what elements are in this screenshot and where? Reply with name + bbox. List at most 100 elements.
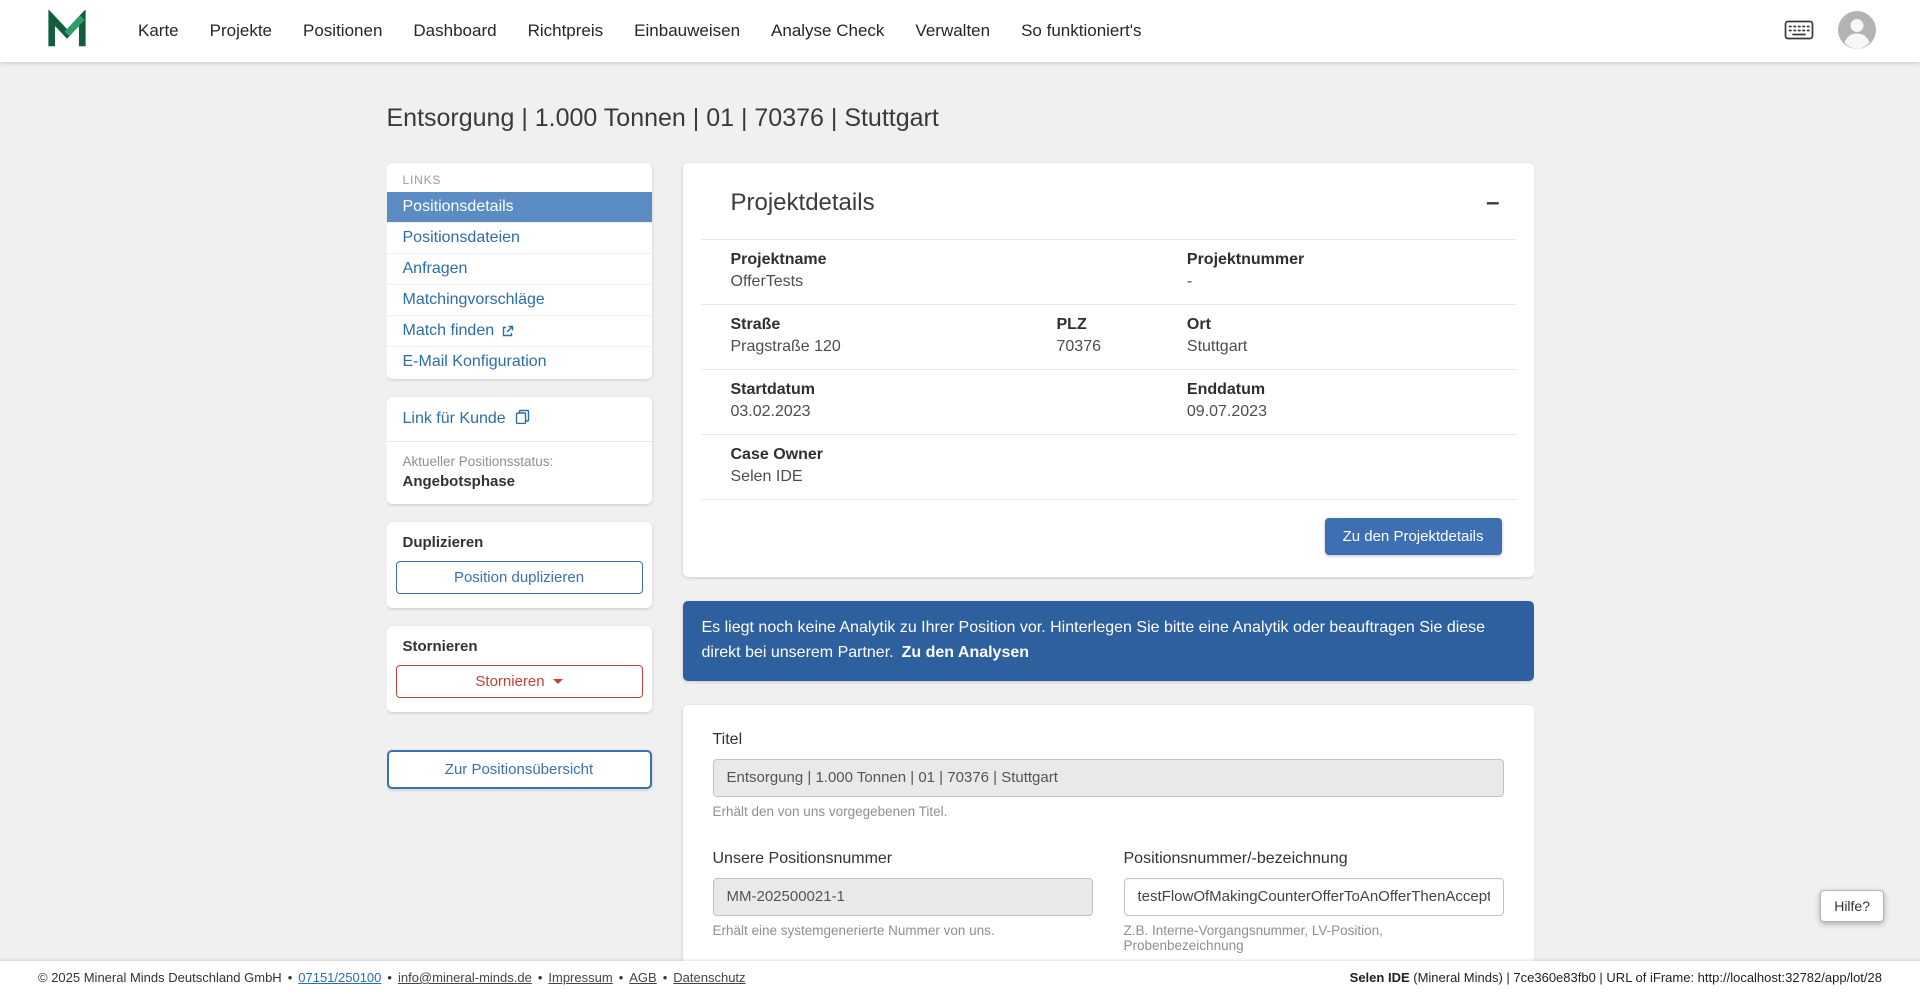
duplicate-button-label: Position duplizieren (453, 569, 585, 586)
separator: • (387, 970, 392, 985)
customer-card: Link für Kunde Aktueller Positionsstatus… (386, 397, 652, 504)
duplicate-heading: Duplizieren (402, 534, 484, 551)
cancel-button[interactable]: Stornieren (395, 665, 643, 698)
project-field: Projektname OfferTests (730, 251, 827, 290)
brand-logo[interactable] (46, 10, 88, 52)
project-details-title: Projektdetails (730, 189, 875, 216)
positionsnummer-label: Unsere Positionsnummer (712, 849, 893, 867)
banner-text: Es liegt noch keine Analytik zu Ihrer Po… (701, 619, 1486, 661)
project-field: Ort Stuttgart (1186, 316, 1248, 355)
bezeichnung-label: Positionsnummer/-bezeichnung (1123, 849, 1348, 867)
analytics-banner: Es liegt noch keine Analytik zu Ihrer Po… (682, 601, 1534, 681)
nav-item-einbauweisen[interactable]: Einbauweisen (634, 21, 740, 41)
project-field: Straße Pragstraße 120 (730, 316, 841, 355)
datenschutz-link[interactable]: Datenschutz (673, 970, 745, 985)
project-field: Projektnummer - (1186, 251, 1305, 290)
mineral-minds-logo-icon (46, 10, 88, 52)
nav-item-verwalten[interactable]: Verwalten (915, 21, 990, 41)
project-details-card: Projektdetails – Projektname OfferTests … (682, 163, 1534, 577)
cancel-button-label: Stornieren (475, 673, 545, 690)
footer: © 2025 Mineral Minds Deutschland GmbH • … (0, 961, 1920, 994)
sidebar-item-positionsdetails[interactable]: Positionsdetails (386, 192, 652, 222)
position-status-value: Angebotsphase (402, 473, 516, 490)
user-avatar-button[interactable] (1838, 10, 1876, 52)
agb-link[interactable]: AGB (629, 970, 656, 985)
sidebar-item-email-konfiguration[interactable]: E-Mail Konfiguration (386, 346, 652, 377)
page-container: Entsorgung | 1.000 Tonnen | 01 | 70376 |… (386, 62, 1534, 994)
nav-item-projekte[interactable]: Projekte (210, 21, 272, 41)
nav-item-dashboard[interactable]: Dashboard (413, 21, 496, 41)
position-status-label: Aktueller Positionsstatus: (402, 454, 554, 469)
nav-item-analyse-check[interactable]: Analyse Check (771, 21, 884, 41)
sidebar-item-label: E-Mail Konfiguration (402, 353, 547, 370)
titel-helper: Erhält den von uns vorgegebenen Titel. (712, 803, 948, 819)
project-field: Startdatum 03.02.2023 (730, 381, 815, 420)
nav-item-karte[interactable]: Karte (138, 21, 179, 41)
copyright-text: © 2025 Mineral Minds Deutschland GmbH (38, 970, 282, 985)
main-nav: Karte Projekte Positionen Dashboard Rich… (138, 21, 1142, 41)
bezeichnung-field: Positionsnummer/-bezeichnung Z.B. Intern… (1123, 849, 1504, 953)
nav-item-positionen[interactable]: Positionen (303, 21, 382, 41)
nav-item-richtpreis[interactable]: Richtpreis (528, 21, 604, 41)
help-button[interactable]: Hilfe? (1820, 890, 1884, 922)
positionsnummer-input[interactable] (712, 877, 1093, 916)
duplicate-position-button[interactable]: Position duplizieren (395, 561, 643, 594)
external-link-icon (501, 325, 514, 338)
collapse-button[interactable]: – (1486, 191, 1499, 215)
nav-item-so-funktionierts[interactable]: So funktioniert's (1021, 21, 1141, 41)
duplicate-card: Duplizieren Position duplizieren (386, 522, 652, 608)
avatar (1838, 10, 1876, 52)
positionsnummer-helper: Erhält eine systemgenerierte Nummer von … (712, 922, 995, 938)
sidebar-item-label: Matchingvorschläge (402, 291, 545, 308)
customer-link[interactable]: Link für Kunde (387, 397, 652, 441)
keyboard-button[interactable] (1784, 19, 1814, 44)
page-title: Entsorgung | 1.000 Tonnen | 01 | 70376 |… (386, 104, 939, 132)
titel-input[interactable] (712, 758, 1504, 797)
separator: • (618, 970, 624, 985)
impressum-link[interactable]: Impressum (548, 970, 612, 985)
bezeichnung-helper: Z.B. Interne-Vorgangsnummer, LV-Position… (1123, 922, 1383, 953)
project-details-table: Projektname OfferTests Projektnummer - S… (700, 239, 1516, 500)
sidebar-item-match-finden[interactable]: Match finden (386, 315, 652, 346)
links-card: LINKS Positionsdetails Positionsdateien … (386, 163, 652, 379)
sidebar-item-label: Match finden (402, 322, 495, 339)
table-row: Projektname OfferTests Projektnummer - (700, 240, 1516, 305)
sidebar: LINKS Positionsdetails Positionsdateien … (386, 163, 652, 789)
phone-link[interactable]: 07151/250100 (298, 970, 381, 985)
navbar: Karte Projekte Positionen Dashboard Rich… (0, 0, 1920, 62)
session-info: Selen IDE (Mineral Minds) | 7ce360e83fb0… (1350, 970, 1882, 985)
separator: • (537, 970, 543, 985)
sidebar-item-label: Positionsdetails (402, 198, 514, 215)
table-row: Straße Pragstraße 120 PLZ 70376 Ort Stut… (700, 305, 1516, 370)
cancel-heading: Stornieren (402, 638, 478, 655)
position-overview-button[interactable]: Zur Positionsübersicht (386, 750, 652, 789)
project-field: Enddatum 09.07.2023 (1186, 381, 1267, 420)
separator: • (662, 970, 668, 985)
table-row: Startdatum 03.02.2023 Enddatum 09.07.202… (700, 370, 1516, 435)
keyboard-icon (1784, 19, 1814, 44)
project-field: PLZ 70376 (1056, 316, 1102, 355)
user-name: Selen IDE (1349, 970, 1410, 985)
position-form-card: Titel Erhält den von uns vorgegebenen Ti… (682, 704, 1534, 994)
sidebar-item-label: Positionsdateien (402, 229, 520, 246)
session-details: (Mineral Minds) | 7ce360e83fb0 | URL of … (1409, 970, 1882, 985)
positionsnummer-field: Unsere Positionsnummer Erhält eine syste… (712, 849, 1093, 953)
analyses-link[interactable]: Zu den Analysen (902, 644, 1029, 661)
bezeichnung-input[interactable] (1123, 877, 1504, 916)
sidebar-item-positionsdateien[interactable]: Positionsdateien (386, 222, 652, 253)
caret-down-icon (552, 679, 563, 684)
titel-label: Titel (712, 730, 743, 748)
cancel-card: Stornieren Stornieren (386, 626, 652, 712)
copy-icon (515, 409, 530, 429)
project-field: Case Owner Selen IDE (730, 446, 823, 485)
table-row: Case Owner Selen IDE (700, 435, 1516, 500)
links-header: LINKS (402, 173, 442, 187)
main-content: Projektdetails – Projektname OfferTests … (682, 163, 1534, 994)
email-link[interactable]: info@mineral-minds.de (398, 970, 532, 985)
sidebar-item-anfragen[interactable]: Anfragen (386, 253, 652, 284)
project-details-button[interactable]: Zu den Projektdetails (1324, 518, 1502, 555)
separator: • (287, 970, 293, 985)
sidebar-item-label: Anfragen (402, 260, 468, 277)
sidebar-item-matchingvorschlaege[interactable]: Matchingvorschläge (386, 284, 652, 315)
customer-link-label: Link für Kunde (402, 410, 506, 427)
